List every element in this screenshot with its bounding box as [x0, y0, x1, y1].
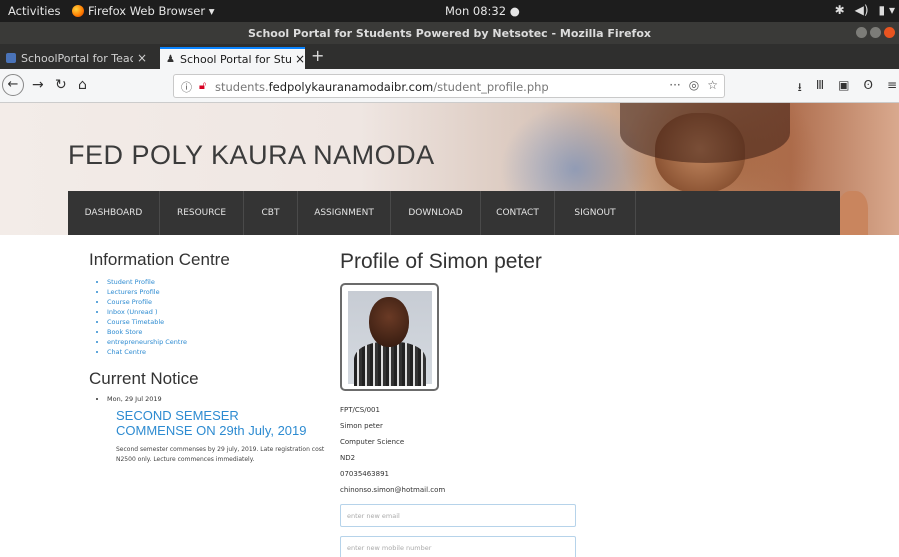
favicon-icon: ♟	[166, 54, 175, 65]
pocket-icon[interactable]: ◎	[689, 78, 699, 92]
profile-photo	[340, 283, 439, 391]
system-top-bar: Activities Firefox Web Browser ▾ Mon 08:…	[0, 0, 899, 22]
info-centre-heading: Information Centre	[89, 250, 230, 269]
favicon-icon	[6, 53, 16, 63]
site-banner: FED POLY KAURA NAMODA DASHBOARD RESOURCE…	[0, 103, 899, 235]
banner-image-detail	[620, 103, 790, 163]
menu-item-cbt[interactable]: CBT	[244, 191, 298, 235]
profile-name: Simon peter	[340, 422, 383, 430]
activities-button[interactable]: Activities	[8, 4, 60, 18]
close-tab-icon[interactable]: ×	[295, 52, 305, 66]
account-icon[interactable]: ʘ	[863, 78, 872, 99]
volume-icon: ◀)	[854, 3, 869, 17]
network-icon: ✱	[834, 3, 845, 17]
link-course-profile[interactable]: Course Profile	[107, 297, 329, 307]
tab-student-portal[interactable]: ♟ School Portal for Studen ×	[160, 47, 305, 69]
window-title: School Portal for Students Powered by Ne…	[248, 27, 651, 40]
page-actions: ··· ◎ ☆	[669, 78, 718, 92]
forward-button[interactable]: →	[32, 77, 44, 93]
new-mobile-input[interactable]	[340, 536, 576, 557]
page-content: FED POLY KAURA NAMODA DASHBOARD RESOURCE…	[0, 103, 899, 557]
tab-teacher-portal[interactable]: SchoolPortal for Teache ×	[0, 47, 160, 69]
menu-item-download[interactable]: DOWNLOAD	[391, 191, 481, 235]
system-tray[interactable]: ✱ ◀) ▮ ▾	[835, 3, 895, 17]
window-controls	[856, 27, 895, 38]
link-lecturers-profile[interactable]: Lecturers Profile	[107, 287, 329, 297]
banner-image-detail	[838, 191, 868, 235]
reload-button[interactable]: ↻	[55, 77, 67, 93]
site-title: FED POLY KAURA NAMODA	[68, 140, 435, 170]
sidebar-icon[interactable]: ▣	[838, 78, 849, 99]
profile-phone: 07035463891	[340, 470, 389, 478]
profile-department: Computer Science	[340, 438, 405, 446]
library-icon[interactable]: Ⅲ	[816, 78, 824, 99]
notice-title[interactable]: SECOND SEMESER COMMENSE ON 29th July, 20…	[116, 408, 316, 438]
maximize-button[interactable]	[870, 27, 881, 38]
main-menu: DASHBOARD RESOURCE CBT ASSIGNMENT DOWNLO…	[68, 191, 840, 235]
notice-text: Second semester commenses by 29 july, 20…	[116, 446, 325, 463]
insecure-lock-icon: 🔓︎	[199, 79, 207, 92]
menu-item-contact[interactable]: CONTACT	[481, 191, 555, 235]
profile-heading: Profile of Simon peter	[340, 250, 542, 273]
profile-details: FPT/CS/001 Simon peter Computer Science …	[340, 402, 640, 498]
link-book-store[interactable]: Book Store	[107, 327, 329, 337]
close-tab-icon[interactable]: ×	[137, 51, 147, 65]
clock[interactable]: Mon 08:32 ●	[445, 4, 520, 18]
tab-label: SchoolPortal for Teache	[21, 51, 133, 65]
profile-reg-no: FPT/CS/001	[340, 406, 380, 414]
app-menu[interactable]: Firefox Web Browser ▾	[72, 4, 214, 18]
menu-item-dashboard[interactable]: DASHBOARD	[68, 191, 160, 235]
navigation-toolbar: ← → ↻ ⌂ ⓘ 🔓︎ students.fedpolykauranamoda…	[0, 69, 899, 103]
bookmark-star-icon[interactable]: ☆	[707, 78, 718, 92]
menu-item-resource[interactable]: RESOURCE	[160, 191, 244, 235]
hamburger-menu-icon[interactable]: ≡	[887, 78, 897, 99]
left-column: Information Centre Student Profile Lectu…	[89, 250, 329, 465]
site-info-icon[interactable]: ⓘ	[181, 79, 192, 95]
close-window-button[interactable]	[884, 27, 895, 38]
link-course-timetable[interactable]: Course Timetable	[107, 317, 329, 327]
menu-item-signout[interactable]: SIGNOUT	[555, 191, 636, 235]
downloads-icon[interactable]: ⭳	[798, 78, 802, 99]
photo-head	[369, 297, 409, 347]
url-domain: fedpolykauranamodaibr.com	[268, 80, 434, 94]
profile-section: Profile of Simon peter FPT/CS/001 Simon …	[340, 250, 640, 557]
info-centre-links: Student Profile Lecturers Profile Course…	[107, 277, 329, 357]
battery-icon: ▮ ▾	[878, 3, 895, 17]
url-prefix: students.	[215, 80, 269, 94]
minimize-button[interactable]	[856, 27, 867, 38]
url-path: /student_profile.php	[433, 80, 549, 94]
toolbar-right: ⭳ Ⅲ ▣ ʘ ≡	[798, 78, 897, 99]
link-chat-centre[interactable]: Chat Centre	[107, 347, 329, 357]
url-text: students.fedpolykauranamodaibr.com/stude…	[215, 80, 549, 94]
link-student-profile[interactable]: Student Profile	[107, 277, 329, 287]
link-inbox[interactable]: Inbox (Unread )	[107, 307, 329, 317]
photo-body	[354, 342, 426, 386]
app-menu-label: Firefox Web Browser ▾	[88, 4, 215, 18]
firefox-icon	[72, 5, 84, 17]
profile-email: chinonso.simon@hotmail.com	[340, 486, 446, 494]
link-entrepreneurship-centre[interactable]: entrepreneurship Centre	[107, 337, 329, 347]
new-tab-button[interactable]: +	[311, 46, 324, 65]
window-title-bar: School Portal for Students Powered by Ne…	[0, 22, 899, 44]
notice-date-list: Mon, 29 Jul 2019	[107, 395, 329, 403]
page-actions-menu-icon[interactable]: ···	[669, 78, 680, 92]
address-bar[interactable]: ⓘ 🔓︎ students.fedpolykauranamodaibr.com/…	[173, 74, 725, 98]
tab-strip: SchoolPortal for Teache × ♟ School Porta…	[0, 44, 899, 69]
profile-level: ND2	[340, 454, 356, 462]
new-email-input[interactable]	[340, 504, 576, 527]
home-button[interactable]: ⌂	[78, 77, 87, 93]
current-notice-heading: Current Notice	[89, 369, 199, 388]
back-button[interactable]: ←	[2, 74, 24, 96]
notice-date: Mon, 29 Jul 2019	[107, 395, 329, 403]
tab-label: School Portal for Studen	[179, 52, 291, 66]
menu-item-assignment[interactable]: ASSIGNMENT	[298, 191, 391, 235]
